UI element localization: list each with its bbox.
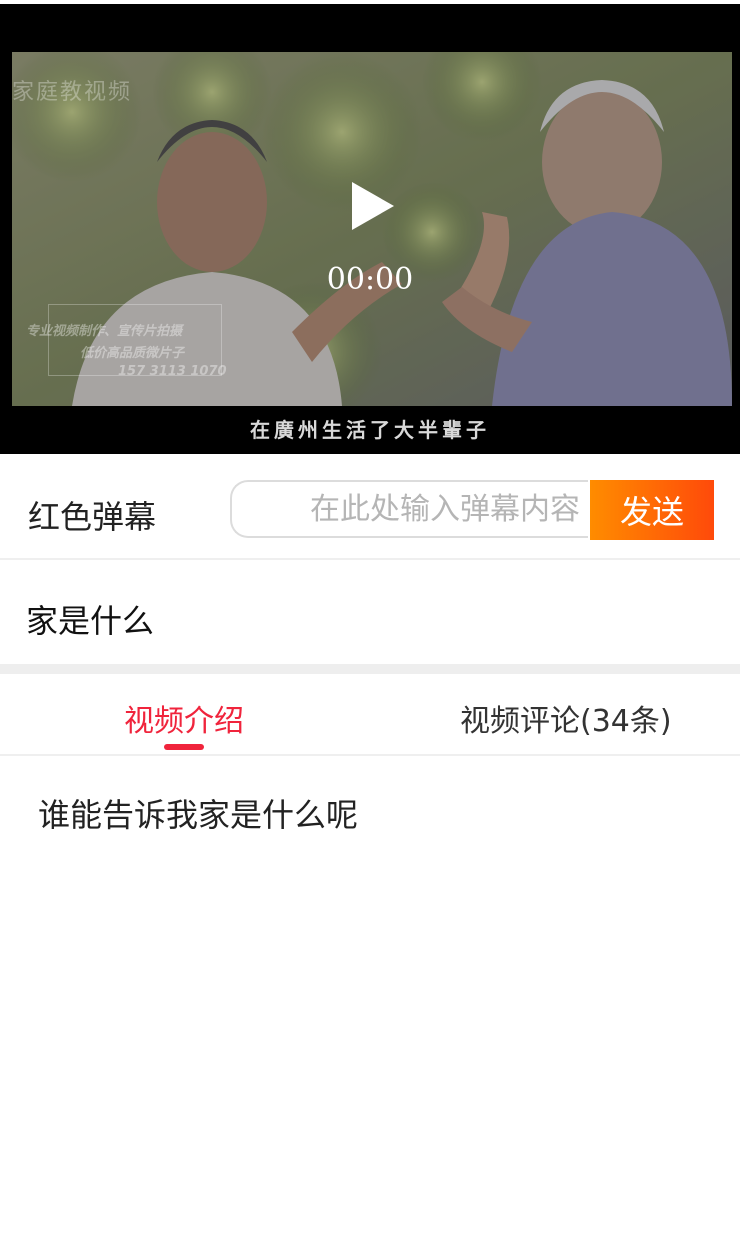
tab-video-comments[interactable]: 视频评论(34条) bbox=[460, 696, 672, 740]
video-subtitle: 在廣州生活了大半輩子 bbox=[250, 418, 490, 442]
send-button[interactable]: 发送 bbox=[590, 480, 714, 540]
play-icon[interactable] bbox=[352, 182, 394, 230]
video-player[interactable]: 家庭教视频 专业视频制作、宣传片拍摄 低价高品质微片子 157 3113 107… bbox=[0, 4, 740, 454]
watermark-line: 157 3113 1070 bbox=[118, 364, 227, 379]
tab-bar: 视频介绍 视频评论(34条) bbox=[0, 674, 740, 756]
tab-video-intro[interactable]: 视频介绍 bbox=[124, 696, 244, 740]
watermark-line: 低价高品质微片子 bbox=[80, 346, 185, 361]
danmaku-bar: 红色弹幕 发送 bbox=[0, 458, 740, 560]
watermark-line: 专业视频制作、宣传片拍摄 bbox=[26, 324, 183, 339]
active-tab-indicator bbox=[164, 744, 204, 750]
watermark-top: 家庭教视频 bbox=[12, 80, 133, 105]
danmaku-color-label[interactable]: 红色弹幕 bbox=[28, 492, 156, 538]
video-description: 谁能告诉我家是什么呢 bbox=[38, 796, 359, 834]
section-divider bbox=[0, 664, 740, 674]
video-detail-page: 家庭教视频 专业视频制作、宣传片拍摄 低价高品质微片子 157 3113 107… bbox=[0, 0, 740, 1248]
video-title-row: 家是什么 bbox=[0, 560, 740, 664]
video-title: 家是什么 bbox=[26, 602, 155, 640]
danmaku-input-wrapper bbox=[230, 480, 588, 538]
danmaku-input[interactable] bbox=[232, 482, 588, 536]
video-time: 00:00 bbox=[326, 262, 414, 297]
